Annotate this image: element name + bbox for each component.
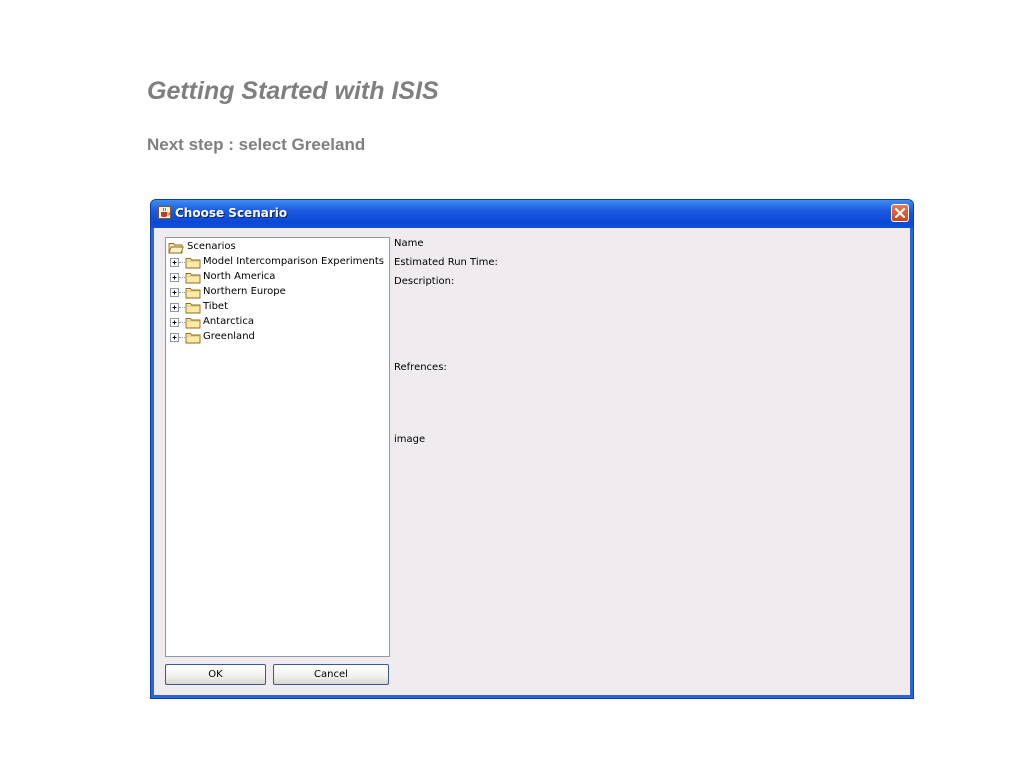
expand-icon[interactable]: [170, 258, 179, 267]
name-label: Name: [394, 238, 424, 249]
tree-item-label: Antarctica: [203, 316, 254, 327]
java-cup-icon: [158, 206, 171, 219]
cancel-button[interactable]: Cancel: [273, 664, 389, 685]
folder-icon: [185, 286, 201, 299]
dialog-titlebar[interactable]: Choose Scenario: [151, 200, 913, 228]
slide-subtitle: Next step : select Greeland: [147, 135, 366, 154]
tree-item-label: Model Intercomparison Experiments: [203, 256, 385, 267]
run-time-label: Estimated Run Time:: [394, 257, 498, 268]
dialog-client-area: Scenarios Model Intercomparison Experime…: [154, 228, 910, 695]
tree-item-label: Northern Europe: [203, 286, 286, 297]
folder-icon: [185, 301, 201, 314]
slide-title: Getting Started with ISIS: [147, 77, 439, 105]
tree-item-label: Tibet: [203, 301, 228, 312]
dialog-title: Choose Scenario: [175, 206, 288, 220]
expand-icon[interactable]: [170, 333, 179, 342]
close-icon: [894, 207, 906, 219]
folder-icon: [185, 316, 201, 329]
tree-root-label: Scenarios: [187, 241, 236, 252]
expand-icon[interactable]: [170, 273, 179, 282]
folder-icon: [185, 331, 201, 344]
expand-icon[interactable]: [170, 318, 179, 327]
choose-scenario-dialog: Choose Scenario Scenarios Model Intercom…: [150, 199, 914, 699]
scenario-tree[interactable]: Scenarios Model Intercomparison Experime…: [165, 237, 390, 657]
folder-icon: [185, 256, 201, 269]
description-label: Description:: [394, 276, 455, 287]
tree-item-label: Greenland: [203, 331, 255, 342]
expand-icon[interactable]: [170, 288, 179, 297]
tree-item-label: North America: [203, 271, 276, 282]
image-label: image: [394, 434, 426, 445]
ok-button[interactable]: OK: [165, 664, 266, 685]
folder-open-icon: [168, 241, 184, 254]
expand-icon[interactable]: [170, 303, 179, 312]
references-label: Refrences:: [394, 362, 447, 373]
folder-icon: [185, 271, 201, 284]
close-button[interactable]: [891, 204, 909, 222]
